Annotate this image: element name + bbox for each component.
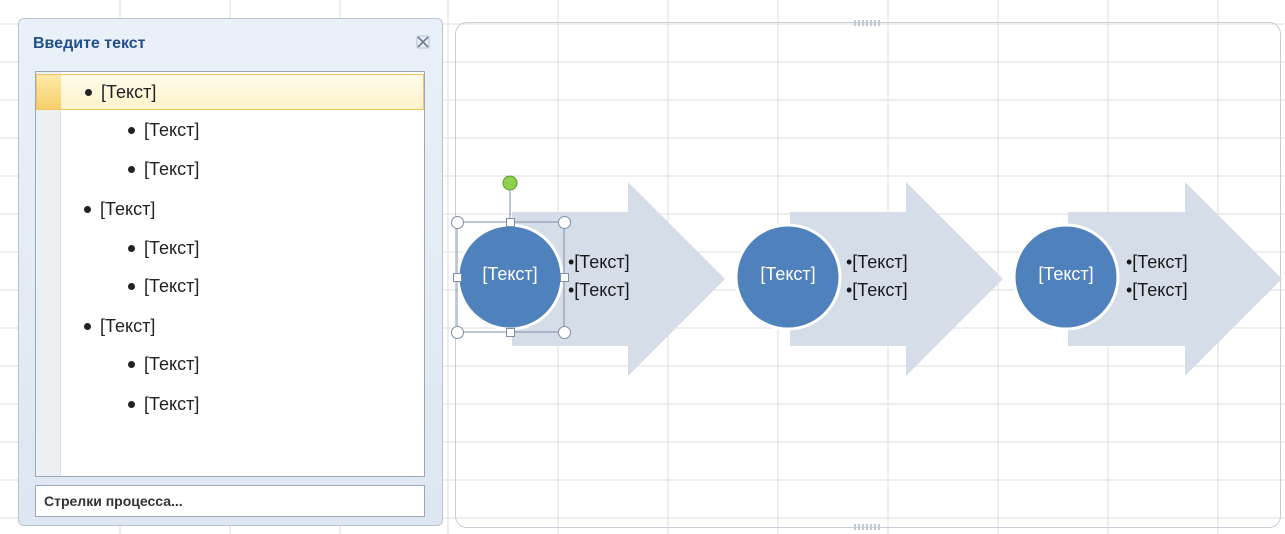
step-2-line-1: •[Текст] (846, 252, 908, 272)
bullet-icon (128, 165, 135, 173)
step-2-text[interactable]: •[Текст] •[Текст] (846, 248, 908, 304)
list-item[interactable]: [Текст] (36, 308, 424, 344)
step-1-line-1: •[Текст] (568, 252, 630, 272)
layout-name-link[interactable]: Стрелки процесса... (35, 485, 425, 517)
resize-handle-top-left[interactable] (451, 216, 464, 229)
resize-handle-bottom-left[interactable] (451, 326, 464, 339)
list-item-text[interactable]: [Текст] (144, 354, 199, 375)
bullet-icon (84, 322, 91, 330)
resize-handle-top[interactable] (506, 218, 515, 227)
step-3-circle-text[interactable]: [Текст] (1016, 264, 1116, 285)
list-item-text[interactable]: [Текст] (144, 238, 199, 259)
list-item[interactable]: [Текст] (36, 386, 424, 422)
bullet-icon (128, 360, 135, 368)
step-3-line-1: •[Текст] (1126, 252, 1188, 272)
canvas-bottom-grip[interactable] (854, 524, 882, 530)
bullet-icon (128, 126, 135, 134)
resize-handle-bottom[interactable] (506, 328, 515, 337)
list-item[interactable]: [Текст] (36, 346, 424, 382)
smartart-editor: [Текст] [Текст] [Текст] •[Текст] •[Текст… (0, 0, 1285, 534)
bullet-icon (128, 400, 135, 408)
bullet-icon (85, 88, 92, 96)
text-pane: Введите текст [Текст] [Текст] [Текст] [Т… (18, 18, 443, 526)
step-1-line-2: •[Текст] (568, 280, 630, 300)
bullet-icon (128, 282, 135, 290)
rotate-handle-icon (502, 175, 518, 191)
list-item-text[interactable]: [Текст] (101, 82, 156, 103)
list-item-text[interactable]: [Текст] (144, 120, 199, 141)
step-1-text[interactable]: •[Текст] •[Текст] (568, 248, 630, 304)
list-item[interactable]: [Текст] (36, 191, 424, 227)
canvas-top-grip[interactable] (854, 20, 882, 26)
list-item-text[interactable]: [Текст] (144, 159, 199, 180)
selected-row-marker (37, 75, 61, 109)
bullet-icon (84, 205, 91, 213)
list-item-text[interactable]: [Текст] (100, 199, 155, 220)
list-item[interactable]: [Текст] (36, 230, 424, 266)
close-x-icon[interactable] (414, 33, 432, 51)
step-1-circle-text[interactable]: [Текст] (460, 264, 560, 285)
list-item-text[interactable]: [Текст] (144, 394, 199, 415)
step-3-text[interactable]: •[Текст] •[Текст] (1126, 248, 1188, 304)
step-3-line-2: •[Текст] (1126, 280, 1188, 300)
list-item-text[interactable]: [Текст] (144, 276, 199, 297)
step-2-circle-text[interactable]: [Текст] (738, 264, 838, 285)
list-item[interactable]: [Текст] (36, 268, 424, 304)
text-pane-list[interactable]: [Текст] [Текст] [Текст] [Текст] [Текст] … (35, 71, 425, 477)
list-item[interactable]: [Текст] (36, 151, 424, 187)
list-item-text[interactable]: [Текст] (100, 316, 155, 337)
text-pane-title: Введите текст (33, 35, 146, 52)
list-item[interactable]: [Текст] (36, 112, 424, 148)
list-item[interactable]: [Текст] (36, 74, 424, 110)
bullet-icon (128, 244, 135, 252)
resize-handle-bottom-right[interactable] (558, 326, 571, 339)
resize-handle-top-right[interactable] (558, 216, 571, 229)
step-2-line-2: •[Текст] (846, 280, 908, 300)
